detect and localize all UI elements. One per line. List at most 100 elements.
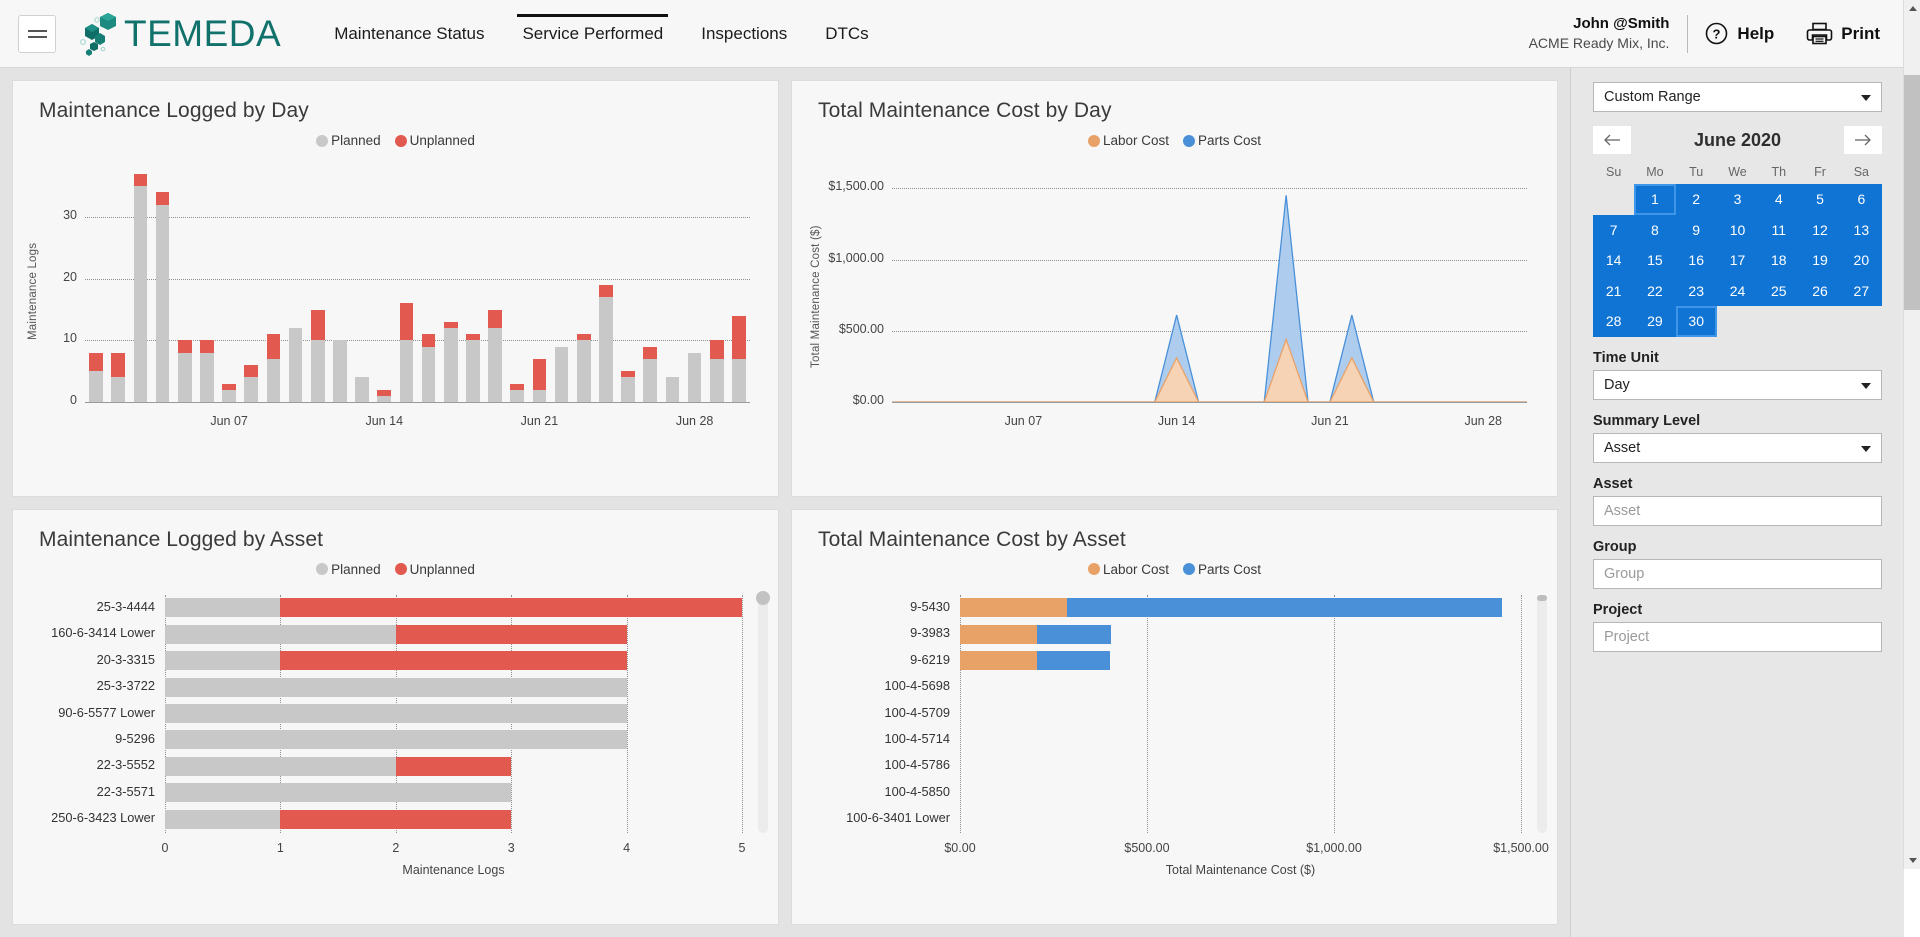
bar[interactable] [177, 340, 192, 402]
calendar-day-20[interactable]: 20 [1840, 245, 1882, 276]
bar[interactable] [89, 352, 103, 402]
bar[interactable] [355, 377, 369, 402]
calendar-day-17[interactable]: 17 [1716, 245, 1759, 276]
bar[interactable] [510, 383, 525, 402]
calendar-day-25[interactable]: 25 [1758, 275, 1800, 306]
calendar-day-16[interactable]: 16 [1675, 245, 1717, 276]
bar[interactable] [165, 651, 627, 671]
legend-item-labor-cost[interactable]: Labor Cost [1087, 133, 1169, 148]
bar[interactable] [165, 598, 742, 618]
calendar-day-11[interactable]: 11 [1758, 214, 1800, 245]
bar[interactable] [643, 346, 658, 402]
bar[interactable] [165, 756, 512, 776]
calendar-day-10[interactable]: 10 [1716, 214, 1759, 245]
calendar-day-5[interactable]: 5 [1799, 184, 1841, 215]
input-group[interactable] [1593, 558, 1882, 589]
bar[interactable] [576, 334, 591, 402]
calendar-day-19[interactable]: 19 [1799, 245, 1841, 276]
calendar-day-2[interactable]: 2 [1675, 184, 1717, 215]
calendar-day-8[interactable]: 8 [1634, 214, 1676, 245]
bar[interactable] [165, 703, 627, 723]
chart-plot-area[interactable]: $0.00 $500.00 $1,000.00 $1,500.00 9-5430 9-39… [792, 577, 1557, 885]
bar[interactable] [421, 334, 436, 402]
bar[interactable] [266, 334, 281, 402]
bar[interactable] [599, 284, 613, 402]
chart-plot-area[interactable]: 0 1 2 3 4 5 25-3-4444 160-6-3414 Lower 20-3-3315… [13, 577, 778, 885]
bar[interactable] [133, 174, 148, 402]
calendar-day-7[interactable]: 7 [1593, 214, 1635, 245]
help-button[interactable]: ? Help [1688, 0, 1790, 68]
calendar-day-13[interactable]: 13 [1840, 214, 1882, 245]
legend-item-parts-cost[interactable]: Parts Cost [1183, 562, 1261, 577]
legend-item-unplanned[interactable]: Unplanned [394, 562, 475, 577]
legend-item-planned[interactable]: Planned [316, 562, 381, 577]
bar[interactable] [554, 346, 569, 402]
bar[interactable] [443, 321, 458, 402]
bar[interactable] [165, 783, 512, 803]
calendar-day-4[interactable]: 4 [1758, 184, 1800, 215]
bar[interactable] [222, 383, 236, 402]
calendar-day-15[interactable]: 15 [1634, 245, 1676, 276]
nav-item-maintenance-status[interactable]: Maintenance Status [315, 0, 503, 68]
input-asset[interactable] [1593, 495, 1882, 526]
scroll-up-button[interactable] [1904, 0, 1920, 17]
scroll-down-button[interactable] [1904, 852, 1920, 869]
chart-plot-area[interactable]: Total Maintenance Cost ($) $0.00 $500.00 $1… [792, 148, 1557, 448]
calendar-day-22[interactable]: 22 [1634, 275, 1676, 306]
calendar-day-30[interactable]: 30 [1675, 306, 1717, 337]
scrollbar-thumb[interactable] [1904, 75, 1920, 310]
calendar-prev-month-button[interactable] [1593, 126, 1631, 154]
bar[interactable] [155, 192, 170, 402]
bar[interactable] [709, 340, 724, 402]
bar[interactable] [333, 340, 347, 402]
calendar-day-28[interactable]: 28 [1593, 306, 1635, 337]
calendar-next-month-button[interactable] [1844, 126, 1882, 154]
calendar-days-grid[interactable]: 1 2 3 4 5 6 7 8 9 10 11 12 13 14 15 16 17 18 19 20 21 22 23 24 2… [1593, 184, 1882, 337]
legend-item-labor-cost[interactable]: Labor Cost [1087, 562, 1169, 577]
bar[interactable] [111, 352, 126, 402]
bar[interactable] [310, 309, 325, 402]
chart-scrollbar[interactable] [1537, 594, 1547, 833]
nav-item-dtcs[interactable]: DTCs [806, 0, 887, 68]
print-button[interactable]: Print [1790, 0, 1896, 68]
input-project[interactable] [1593, 621, 1882, 652]
bar[interactable] [244, 365, 259, 402]
calendar-day-26[interactable]: 26 [1799, 275, 1841, 306]
chart-plot-area[interactable]: Maintenance Logs 0 10 20 30 Jun 07 Jun 14 Jun 2… [13, 148, 778, 448]
date-range-select[interactable]: Custom Range [1593, 82, 1882, 112]
bar[interactable] [665, 377, 680, 402]
bar[interactable] [466, 334, 480, 402]
calendar-day-27[interactable]: 27 [1840, 275, 1882, 306]
calendar-day-6[interactable]: 6 [1840, 184, 1882, 215]
calendar-day-21[interactable]: 21 [1593, 275, 1635, 306]
bar[interactable] [399, 303, 414, 402]
bar[interactable] [960, 598, 1503, 618]
legend-item-unplanned[interactable]: Unplanned [394, 133, 475, 148]
calendar-day-29[interactable]: 29 [1634, 306, 1676, 337]
bar[interactable] [960, 624, 1112, 644]
window-scrollbar[interactable] [1903, 0, 1920, 869]
bar[interactable] [165, 624, 627, 644]
calendar-day-3[interactable]: 3 [1716, 184, 1759, 215]
calendar-day-9[interactable]: 9 [1675, 214, 1717, 245]
chart-scrollbar-thumb[interactable] [756, 590, 770, 605]
select-time-unit[interactable]: Day [1593, 369, 1882, 400]
legend-item-planned[interactable]: Planned [316, 133, 381, 148]
nav-item-inspections[interactable]: Inspections [682, 0, 806, 68]
user-info[interactable]: John @Smith ACME Ready Mix, Inc. [1529, 14, 1688, 53]
temeda-logo[interactable]: TEMEDA [78, 11, 281, 57]
calendar-day-14[interactable]: 14 [1593, 245, 1635, 276]
calendar-day-12[interactable]: 12 [1799, 214, 1841, 245]
calendar-day-1[interactable]: 1 [1634, 184, 1676, 215]
bar[interactable] [165, 677, 627, 697]
hamburger-menu-icon[interactable] [18, 14, 56, 53]
nav-item-service-performed[interactable]: Service Performed [503, 0, 682, 68]
bar[interactable] [687, 352, 702, 402]
select-summary-level[interactable]: Asset [1593, 432, 1882, 463]
bar[interactable] [288, 328, 303, 402]
chart-scrollbar-thumb[interactable] [1537, 594, 1547, 601]
bar[interactable] [621, 371, 635, 402]
calendar-day-18[interactable]: 18 [1758, 245, 1800, 276]
calendar-day-24[interactable]: 24 [1716, 275, 1759, 306]
bar[interactable] [732, 315, 746, 402]
